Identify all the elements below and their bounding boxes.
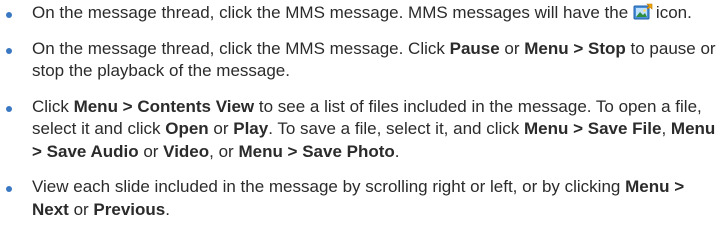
text-segment: , (661, 119, 671, 138)
list-item: On the message thread, click the MMS mes… (0, 38, 721, 83)
text-segment: , or (209, 141, 239, 161)
bold-text-segment: Menu > Save Photo (238, 141, 395, 161)
text-segment: . (394, 141, 400, 161)
bullet-marker (6, 105, 12, 112)
instruction-list: On the message thread, click the MMS mes… (0, 0, 721, 221)
text-segment: or (68, 199, 94, 219)
bullet-marker (6, 47, 12, 54)
text-segment: or (208, 119, 234, 138)
list-item-text: On the message thread, click the MMS mes… (32, 39, 716, 81)
text-segment: On the message thread, click the MMS mes… (32, 38, 450, 58)
mms-message-icon (633, 3, 653, 20)
text-segment: Click (32, 96, 74, 116)
bold-text-segment: Play (233, 119, 269, 138)
bold-text-segment: Previous (93, 199, 166, 219)
bold-text-segment: Pause (449, 38, 500, 58)
list-item: On the message thread, click the MMS mes… (0, 0, 721, 25)
bullet-marker (6, 186, 12, 192)
text-segment: or (138, 141, 164, 161)
bold-text-segment: Menu > Stop (524, 38, 626, 58)
list-item-text: View each slide included in the message … (32, 177, 684, 219)
bold-text-segment: Menu > Contents View (73, 96, 255, 116)
bullet-marker (6, 12, 12, 18)
text-segment: View each slide included in the message … (32, 177, 626, 196)
text-segment: On the message thread, click the MMS mes… (32, 3, 629, 22)
bold-text-segment: Menu > Save File (523, 119, 662, 138)
list-item: View each slide included in the message … (0, 176, 721, 221)
text-segment: icon. (655, 3, 692, 22)
bold-text-segment: Video (163, 141, 210, 161)
list-item-text: Click Menu > Contents View to see a list… (32, 97, 715, 161)
text-segment: . To save a file, select it, and click (268, 119, 524, 138)
text-segment: or (499, 38, 525, 58)
bold-text-segment: Open (165, 119, 209, 138)
list-item-text: On the message thread, click the MMS mes… (32, 3, 692, 22)
text-segment: . (165, 199, 170, 219)
list-item: Click Menu > Contents View to see a list… (0, 96, 721, 164)
